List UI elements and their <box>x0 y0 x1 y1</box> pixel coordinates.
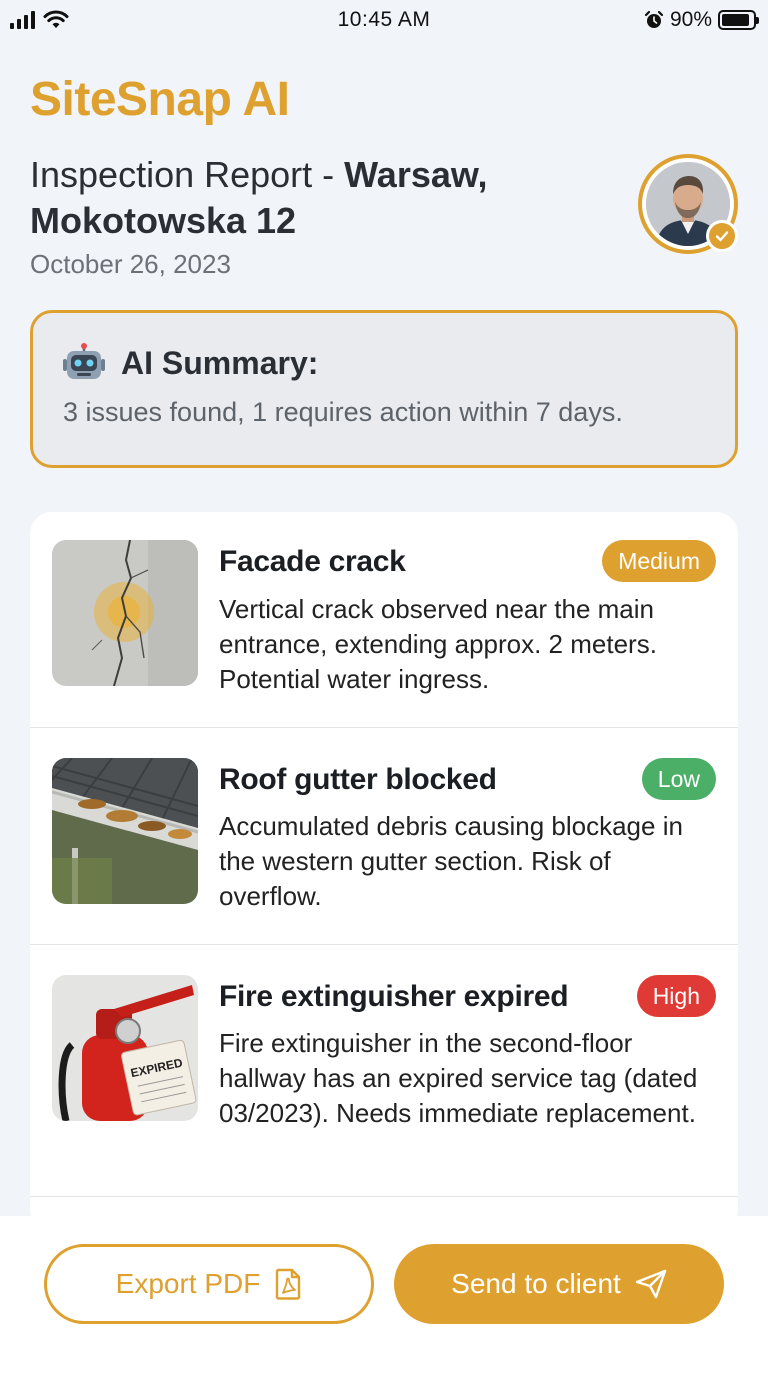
severity-badge: High <box>636 975 716 1017</box>
signal-icon <box>10 11 35 29</box>
bottom-action-bar: Export PDF Send to client <box>0 1216 768 1376</box>
battery-icon <box>718 10 759 30</box>
summary-title: AI Summary: <box>121 344 319 381</box>
pdf-file-icon <box>276 1268 301 1300</box>
send-to-client-label: Send to client <box>451 1268 621 1299</box>
issue-item-roof-gutter[interactable]: Roof gutter blocked Low Accumulated debr… <box>30 728 738 945</box>
status-bar: 10:45 AM 90% <box>0 0 768 40</box>
battery-fill <box>722 14 749 26</box>
export-pdf-label: Export PDF <box>115 1268 261 1299</box>
report-title: Inspection Report - Warsaw, Mokotowska 1… <box>30 152 590 244</box>
send-to-client-button[interactable]: Send to client <box>394 1244 724 1324</box>
export-pdf-button[interactable]: Export PDF <box>44 1244 374 1324</box>
roof-gutter-photo <box>52 758 198 904</box>
fire-extinguisher-photo: EXPIRED <box>52 975 198 1121</box>
avatar[interactable] <box>638 154 738 254</box>
facade-crack-photo <box>52 540 198 686</box>
issue-description: Accumulated debris causing blockage in t… <box>219 811 683 911</box>
severity-badge: Low <box>641 758 716 800</box>
issue-item-facade-crack[interactable]: Facade crack Medium Vertical crack obser… <box>30 512 738 728</box>
issue-description: Fire extinguisher in the second-floor ha… <box>219 1028 698 1128</box>
report-date: October 26, 2023 <box>30 249 231 279</box>
issue-title: Fire extinguisher expired <box>219 980 569 1013</box>
issues-list: Facade crack Medium Vertical crack obser… <box>30 512 738 1232</box>
status-left <box>10 10 69 30</box>
send-icon <box>635 1269 667 1299</box>
app-title: SiteSnap AI <box>30 73 290 126</box>
issue-title: Facade crack <box>219 545 406 578</box>
ai-summary-card: AI Summary: 3 issues found, 1 requires a… <box>30 310 738 468</box>
robot-icon <box>63 343 105 379</box>
verified-check-icon <box>706 220 738 252</box>
report-prefix: Inspection Report - <box>30 154 345 195</box>
status-right: 90% <box>644 8 759 32</box>
issue-description: Vertical crack observed near the main en… <box>219 594 657 694</box>
alarm-icon <box>644 10 664 28</box>
summary-header: AI Summary: <box>63 343 705 383</box>
wifi-icon <box>43 10 69 28</box>
summary-text: 3 issues found, 1 requires action within… <box>63 397 623 427</box>
issue-title: Roof gutter blocked <box>219 763 497 796</box>
issue-item-fire-extinguisher[interactable]: EXPIRED Fire extinguisher expired High F… <box>30 945 738 1197</box>
severity-badge: Medium <box>602 540 716 582</box>
battery-percent: 90% <box>669 8 712 31</box>
